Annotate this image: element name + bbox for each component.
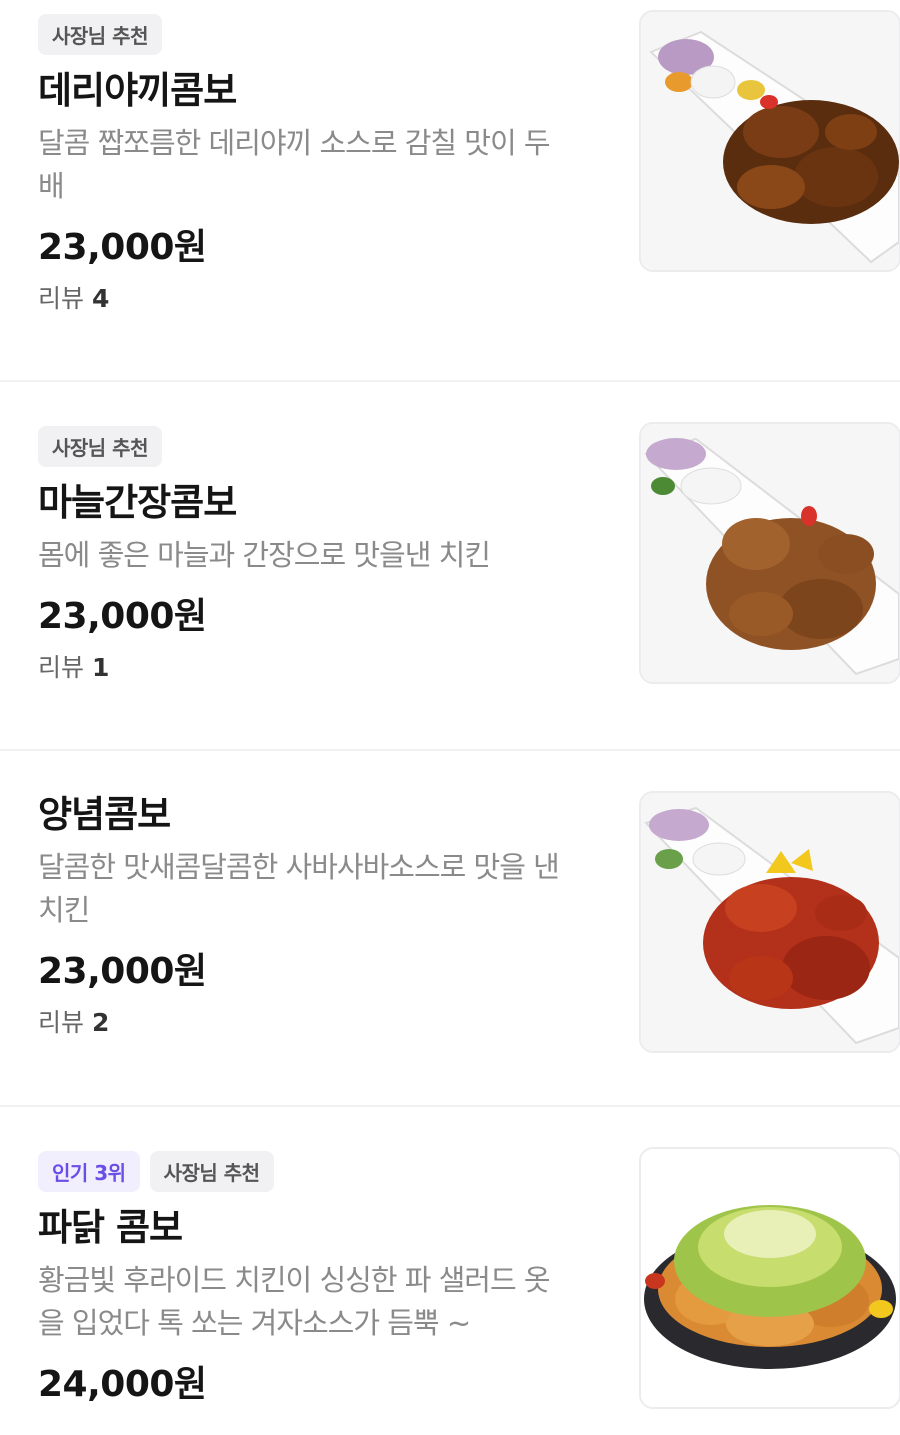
spicy-sauce-chicken-plate-icon[interactable] bbox=[639, 791, 900, 1053]
menu-item-price: 23,000원 bbox=[38, 596, 207, 638]
menu-item-description: 황금빛 후라이드 치킨이 싱싱한 파 샐러드 옷 을 입었다 톡 쏘는 겨자소스… bbox=[38, 1259, 613, 1345]
review-number: 1 bbox=[91, 652, 110, 682]
menu-item-name: 마늘간장콤보 bbox=[38, 481, 237, 524]
owner-recommend-badge: 사장님 추천 bbox=[38, 426, 162, 467]
menu-list: 사장님 추천 데리야끼콤보 달콤 짭쪼름한 데리야끼 소스로 감칠 맛이 두 배… bbox=[0, 0, 900, 1435]
menu-item-name: 양념콤보 bbox=[38, 793, 171, 836]
review-count: 리뷰 4 bbox=[38, 284, 613, 314]
teriyaki-chicken-plate-icon[interactable] bbox=[639, 10, 900, 272]
menu-item-text: 인기 3위 사장님 추천 파닭 콤보 황금빛 후라이드 치킨이 싱싱한 파 샐러… bbox=[38, 1151, 613, 1407]
review-label: 리뷰 bbox=[38, 1007, 85, 1037]
menu-item-text: 사장님 추천 마늘간장콤보 몸에 좋은 마늘과 간장으로 맛을낸 치킨 23,0… bbox=[38, 426, 613, 683]
description-line: 배 bbox=[38, 169, 65, 204]
badge-row: 인기 3위 사장님 추천 bbox=[38, 1151, 613, 1192]
owner-recommend-badge: 사장님 추천 bbox=[38, 14, 162, 55]
badge-row: 사장님 추천 bbox=[38, 426, 613, 467]
review-label: 리뷰 bbox=[38, 652, 85, 682]
menu-item-teriyaki-combo[interactable]: 사장님 추천 데리야끼콤보 달콤 짭쪼름한 데리야끼 소스로 감칠 맛이 두 배… bbox=[0, 0, 900, 381]
menu-item-price: 23,000원 bbox=[38, 951, 207, 993]
menu-item-pa-dak-combo[interactable]: 인기 3위 사장님 추천 파닭 콤보 황금빛 후라이드 치킨이 싱싱한 파 샐러… bbox=[0, 1107, 900, 1435]
menu-item-garlic-soy-combo[interactable]: 사장님 추천 마늘간장콤보 몸에 좋은 마늘과 간장으로 맛을낸 치킨 23,0… bbox=[0, 382, 900, 750]
review-label: 리뷰 bbox=[38, 283, 85, 313]
review-number: 2 bbox=[91, 1007, 110, 1037]
description-line: 달콤한 맛새콤달콤한 사바사바소스로 맛을 낸 bbox=[38, 850, 560, 885]
garlic-soy-chicken-plate-icon[interactable] bbox=[639, 422, 900, 684]
description-line: 을 입었다 톡 쏘는 겨자소스가 듬뿍 ~ bbox=[38, 1306, 471, 1341]
owner-recommend-badge: 사장님 추천 bbox=[149, 1151, 274, 1192]
menu-item-text: 양념콤보 달콤한 맛새콤달콤한 사바사바소스로 맛을 낸 치킨 23,000원 … bbox=[38, 793, 613, 1038]
menu-item-name: 파닭 콤보 bbox=[38, 1206, 183, 1249]
description-line: 달콤 짭쪼름한 데리야끼 소스로 감칠 맛이 두 bbox=[38, 126, 551, 161]
menu-item-text: 사장님 추천 데리야끼콤보 달콤 짭쪼름한 데리야끼 소스로 감칠 맛이 두 배… bbox=[38, 14, 613, 314]
menu-item-name: 데리야끼콤보 bbox=[38, 69, 237, 112]
menu-item-description: 달콤한 맛새콤달콤한 사바사바소스로 맛을 낸 치킨 bbox=[38, 846, 613, 932]
green-onion-chicken-bowl-icon[interactable] bbox=[639, 1147, 900, 1409]
popular-rank-badge: 인기 3위 bbox=[38, 1151, 140, 1192]
menu-item-price: 23,000원 bbox=[38, 227, 207, 269]
description-line: 황금빛 후라이드 치킨이 싱싱한 파 샐러드 옷 bbox=[38, 1263, 551, 1298]
review-count: 리뷰 2 bbox=[38, 1008, 613, 1038]
menu-item-description: 몸에 좋은 마늘과 간장으로 맛을낸 치킨 bbox=[38, 534, 613, 577]
review-count: 리뷰 1 bbox=[38, 653, 613, 683]
review-number: 4 bbox=[91, 283, 110, 313]
menu-item-description: 달콤 짭쪼름한 데리야끼 소스로 감칠 맛이 두 배 bbox=[38, 122, 613, 208]
menu-item-yangnyeom-combo[interactable]: 양념콤보 달콤한 맛새콤달콤한 사바사바소스로 맛을 낸 치킨 23,000원 … bbox=[0, 751, 900, 1106]
description-line: 몸에 좋은 마늘과 간장으로 맛을낸 치킨 bbox=[38, 538, 491, 573]
badge-row: 사장님 추천 bbox=[38, 14, 613, 55]
menu-item-price: 24,000원 bbox=[38, 1364, 207, 1406]
description-line: 치킨 bbox=[38, 893, 90, 928]
